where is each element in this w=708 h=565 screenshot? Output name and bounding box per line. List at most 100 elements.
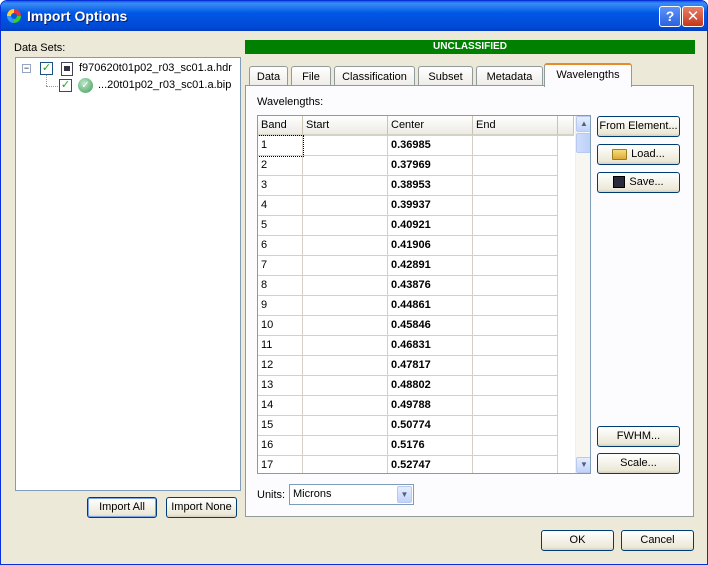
save-button[interactable]: Save... <box>597 172 680 193</box>
start-cell[interactable] <box>303 296 388 316</box>
band-cell[interactable]: 14 <box>258 396 303 416</box>
band-cell[interactable]: 13 <box>258 376 303 396</box>
start-cell[interactable] <box>303 336 388 356</box>
start-cell[interactable] <box>303 156 388 176</box>
end-cell[interactable] <box>473 296 558 316</box>
table-row[interactable]: 17 0.52747 <box>258 456 558 473</box>
table-row[interactable]: 2 0.37969 <box>258 156 558 176</box>
start-cell[interactable] <box>303 396 388 416</box>
end-cell[interactable] <box>473 256 558 276</box>
center-cell[interactable]: 0.47817 <box>388 356 473 376</box>
center-cell[interactable]: 0.42891 <box>388 256 473 276</box>
from-element-button[interactable]: From Element... <box>597 116 680 137</box>
band-cell[interactable]: 1 <box>258 135 304 157</box>
band-cell[interactable]: 11 <box>258 336 303 356</box>
start-cell[interactable] <box>303 176 388 196</box>
help-button[interactable]: ? <box>659 6 681 27</box>
table-row[interactable]: 1 0.36985 <box>258 135 558 157</box>
band-cell[interactable]: 10 <box>258 316 303 336</box>
scroll-thumb[interactable] <box>576 133 590 153</box>
tab-subset[interactable]: Subset <box>418 66 473 87</box>
end-cell[interactable] <box>473 356 558 376</box>
table-row[interactable]: 15 0.50774 <box>258 416 558 436</box>
scale-button[interactable]: Scale... <box>597 453 680 474</box>
band-cell[interactable]: 12 <box>258 356 303 376</box>
band-cell[interactable]: 6 <box>258 236 303 256</box>
center-cell[interactable]: 0.44861 <box>388 296 473 316</box>
table-row[interactable]: 14 0.49788 <box>258 396 558 416</box>
end-cell[interactable] <box>473 316 558 336</box>
start-cell[interactable] <box>303 316 388 336</box>
table-row[interactable]: 7 0.42891 <box>258 256 558 276</box>
parent-dataset-name[interactable]: f970620t01p02_r03_sc01.a.hdr <box>79 62 232 74</box>
import-all-button[interactable]: Import All <box>87 497 157 518</box>
table-row[interactable]: 3 0.38953 <box>258 176 558 196</box>
table-row[interactable]: 4 0.39937 <box>258 196 558 216</box>
start-cell[interactable] <box>303 196 388 216</box>
tab-file[interactable]: File <box>291 66 331 87</box>
band-cell[interactable]: 16 <box>258 436 303 456</box>
band-cell[interactable]: 15 <box>258 416 303 436</box>
table-row[interactable]: 8 0.43876 <box>258 276 558 296</box>
center-cell[interactable]: 0.50774 <box>388 416 473 436</box>
table-row[interactable]: 9 0.44861 <box>258 296 558 316</box>
center-cell[interactable]: 0.43876 <box>388 276 473 296</box>
scroll-down-icon[interactable]: ▼ <box>576 457 590 473</box>
end-cell[interactable] <box>473 196 558 216</box>
band-cell[interactable]: 3 <box>258 176 303 196</box>
tab-data[interactable]: Data <box>249 66 288 87</box>
start-cell[interactable] <box>303 216 388 236</box>
fwhm-button[interactable]: FWHM... <box>597 426 680 447</box>
start-cell[interactable] <box>303 276 388 296</box>
table-row[interactable]: 12 0.47817 <box>258 356 558 376</box>
center-cell[interactable]: 0.41906 <box>388 236 473 256</box>
column-header-center[interactable]: Center <box>388 116 473 136</box>
start-cell[interactable] <box>303 236 388 256</box>
column-header-start[interactable]: Start <box>303 116 388 136</box>
table-row[interactable]: 6 0.41906 <box>258 236 558 256</box>
start-cell[interactable] <box>303 356 388 376</box>
tab-wavelengths[interactable]: Wavelengths <box>544 63 632 87</box>
center-cell[interactable]: 0.39937 <box>388 196 473 216</box>
center-cell[interactable]: 0.40921 <box>388 216 473 236</box>
start-cell[interactable] <box>303 456 388 473</box>
data-sets-tree[interactable]: − ✓ f970620t01p02_r03_sc01.a.hdr ✓ ✓ ...… <box>15 57 241 491</box>
start-cell[interactable] <box>303 256 388 276</box>
center-cell[interactable]: 0.45846 <box>388 316 473 336</box>
center-cell[interactable]: 0.48802 <box>388 376 473 396</box>
column-header-end[interactable]: End <box>473 116 558 136</box>
load-button[interactable]: Load... <box>597 144 680 165</box>
center-cell[interactable]: 0.49788 <box>388 396 473 416</box>
scroll-up-icon[interactable]: ▲ <box>576 116 590 132</box>
close-button[interactable]: ✕ <box>682 6 704 27</box>
band-cell[interactable]: 17 <box>258 456 303 473</box>
start-cell[interactable] <box>303 436 388 456</box>
table-row[interactable]: 5 0.40921 <box>258 216 558 236</box>
table-row[interactable]: 13 0.48802 <box>258 376 558 396</box>
wavelengths-table[interactable]: Band Start Center End 1 0.36985 2 0.37969 3 0… <box>257 115 591 474</box>
center-cell[interactable]: 0.38953 <box>388 176 473 196</box>
end-cell[interactable] <box>473 236 558 256</box>
center-cell[interactable]: 0.46831 <box>388 336 473 356</box>
start-cell[interactable] <box>303 416 388 436</box>
start-cell[interactable] <box>303 136 388 156</box>
band-cell[interactable]: 8 <box>258 276 303 296</box>
end-cell[interactable] <box>473 276 558 296</box>
band-cell[interactable]: 2 <box>258 156 303 176</box>
band-cell[interactable]: 7 <box>258 256 303 276</box>
end-cell[interactable] <box>473 216 558 236</box>
band-cell[interactable]: 5 <box>258 216 303 236</box>
cancel-button[interactable]: Cancel <box>621 530 694 551</box>
end-cell[interactable] <box>473 336 558 356</box>
end-cell[interactable] <box>473 176 558 196</box>
title-bar[interactable]: Import Options ? ✕ <box>1 1 707 31</box>
table-scrollbar[interactable]: ▲ ▼ <box>575 116 590 473</box>
child-dataset-name[interactable]: ...20t01p02_r03_sc01.a.bip <box>98 79 231 91</box>
end-cell[interactable] <box>473 456 558 473</box>
ok-button[interactable]: OK <box>541 530 614 551</box>
units-select[interactable]: Microns ▼ <box>289 484 414 505</box>
band-cell[interactable]: 9 <box>258 296 303 316</box>
end-cell[interactable] <box>473 436 558 456</box>
end-cell[interactable] <box>473 376 558 396</box>
table-row[interactable]: 16 0.5176 <box>258 436 558 456</box>
